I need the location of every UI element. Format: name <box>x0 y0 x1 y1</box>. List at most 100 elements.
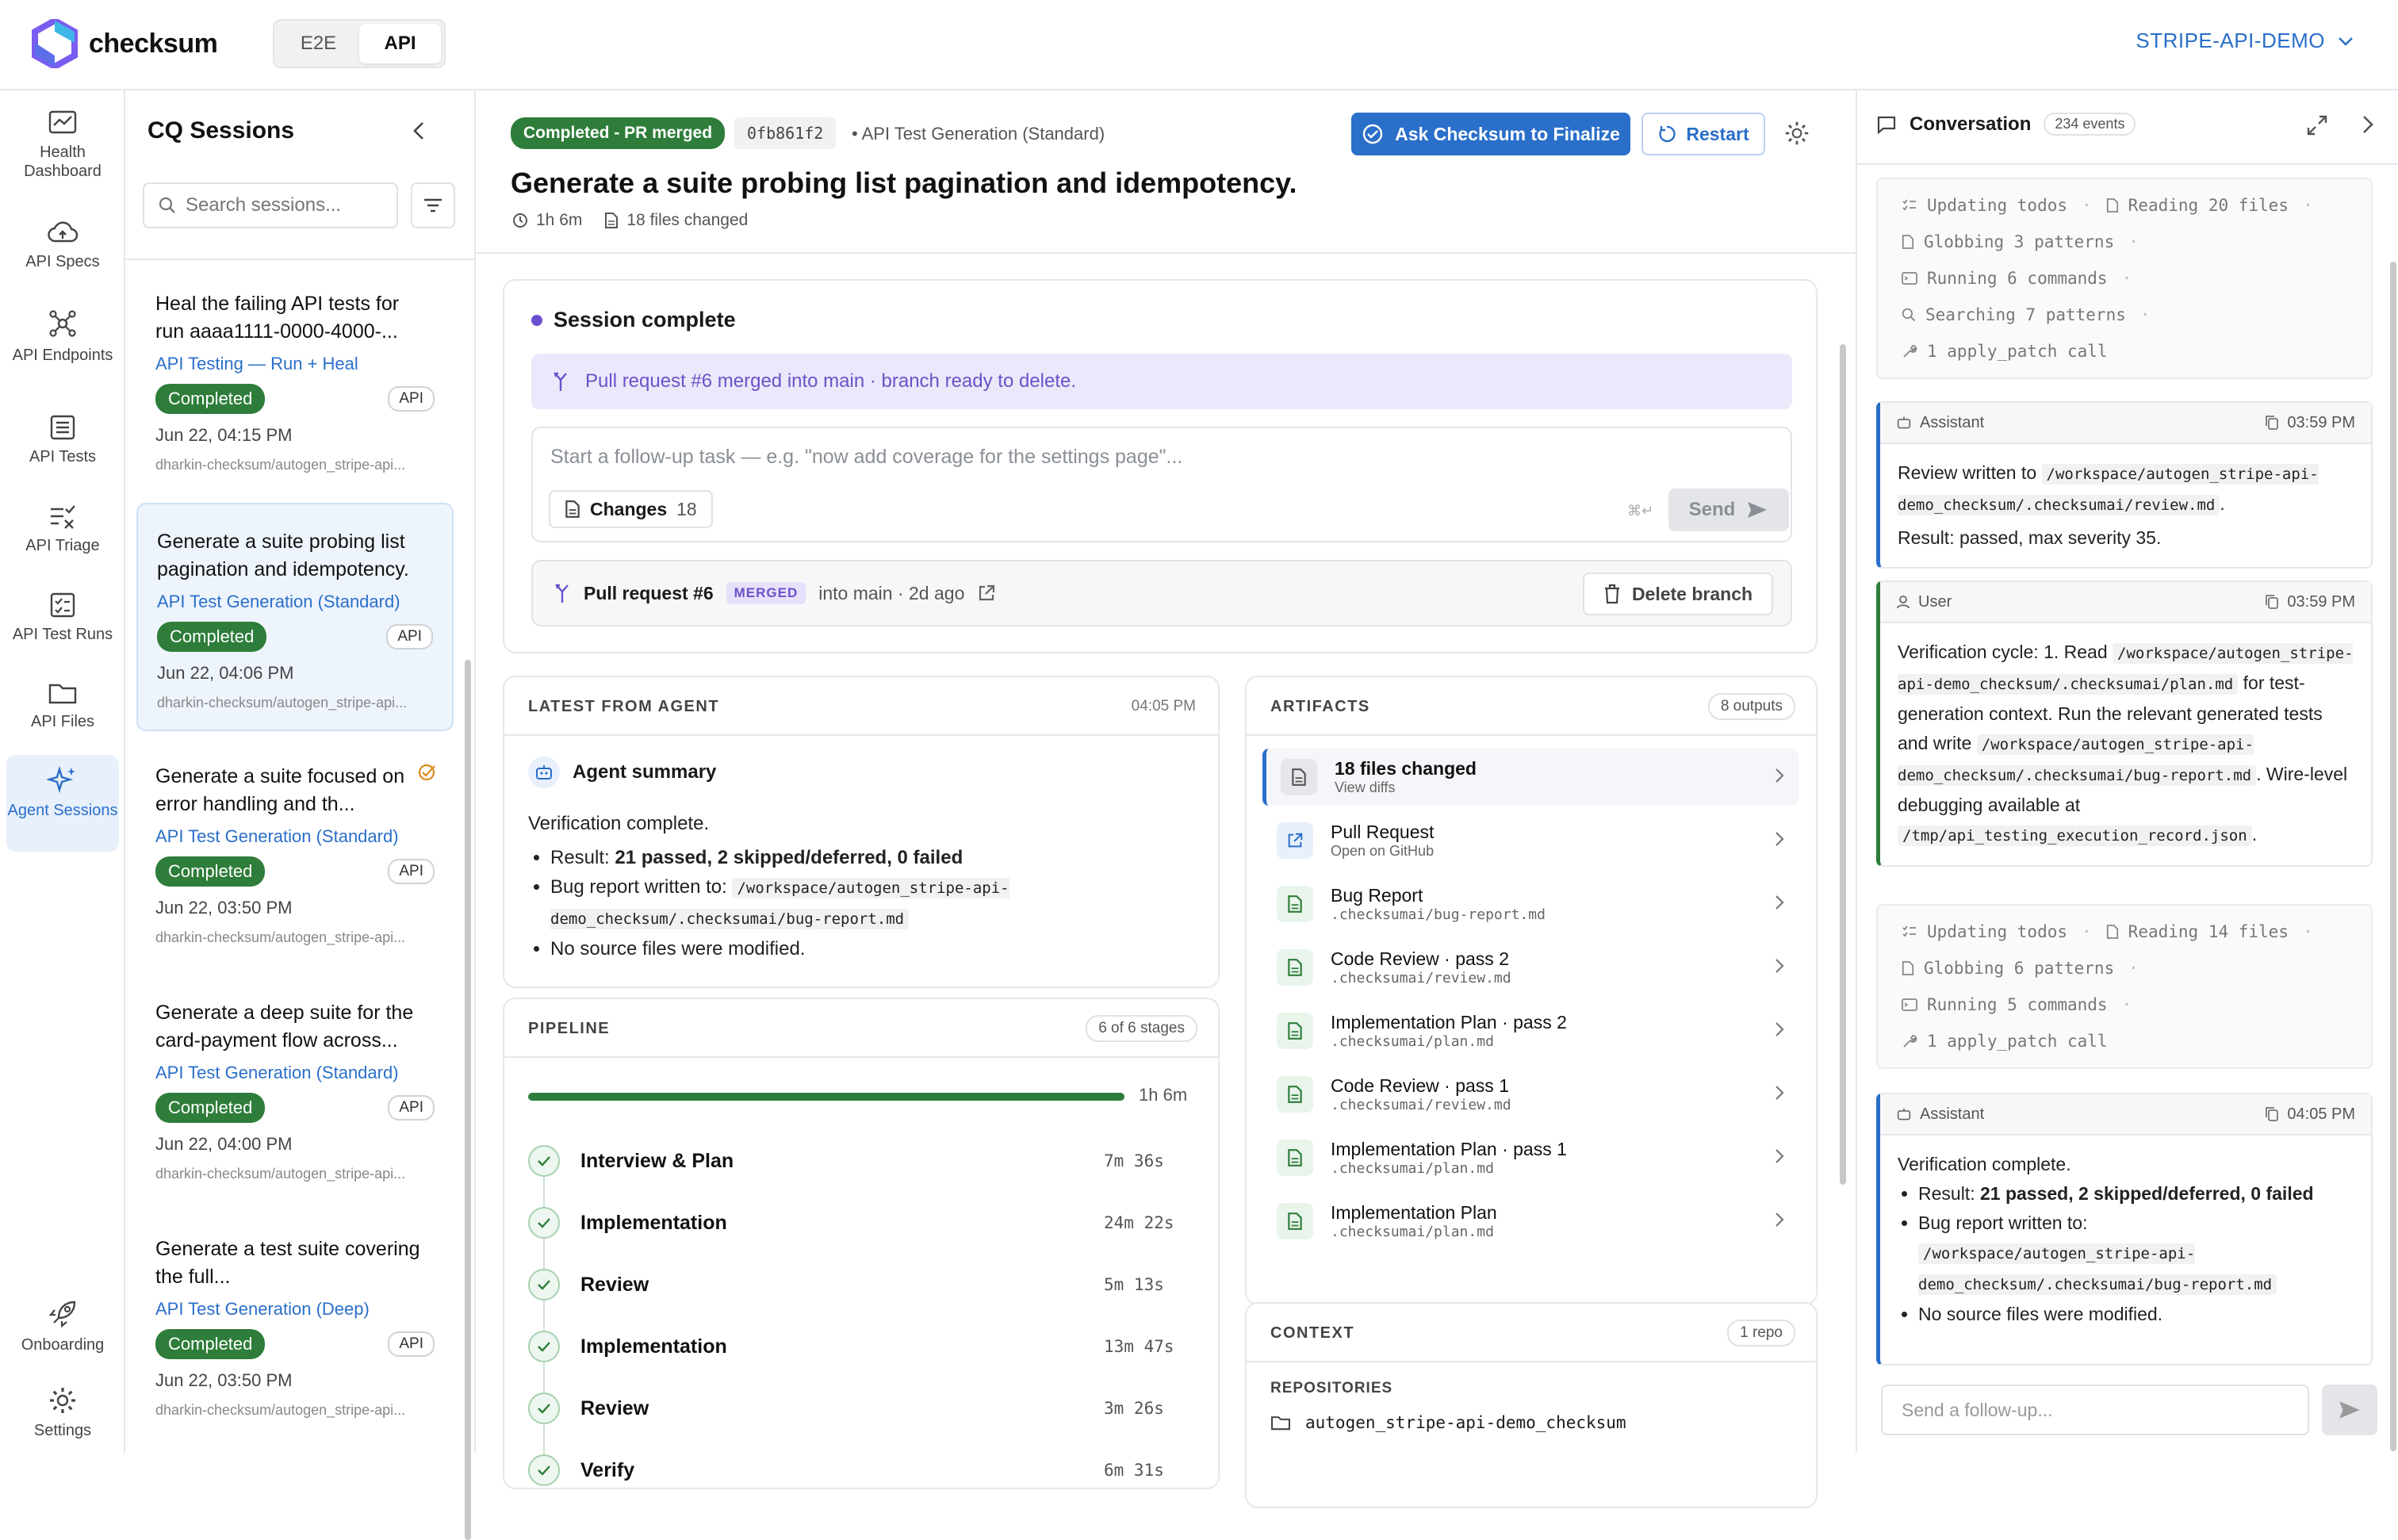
delete-branch-button[interactable]: Delete branch <box>1583 573 1773 615</box>
session-card[interactable]: Generate a suite focused on error handli… <box>136 739 454 967</box>
pipeline-stage[interactable]: Interview & Plan 7m 36s <box>528 1145 1218 1177</box>
session-date: Jun 22, 04:15 PM <box>155 425 293 445</box>
chevron-down-icon <box>2339 36 2353 46</box>
followup-input[interactable]: Send a follow-up... <box>1881 1385 2309 1435</box>
session-title: Heal the failing API tests for run aaaa1… <box>155 293 400 343</box>
send-button[interactable]: Send <box>1668 488 1789 531</box>
collapse-panel-button[interactable] <box>412 121 425 141</box>
nav-api-endpoints[interactable]: API Endpoints <box>6 297 119 365</box>
page-title: Generate a suite probing list pagination… <box>511 167 1297 199</box>
filter-button[interactable] <box>411 182 455 228</box>
session-card[interactable]: Heal the failing API tests for run aaaa1… <box>136 266 454 495</box>
tool-activity-group[interactable]: Updating todos · Reading 20 files · Globbin… <box>1876 178 2373 379</box>
session-card-selected[interactable]: Generate a suite probing list pagination… <box>136 503 454 731</box>
ask-finalize-button[interactable]: Ask Checksum to Finalize <box>1351 113 1630 155</box>
check-icon <box>528 1331 560 1362</box>
pipeline-stage[interactable]: Review 3m 26s <box>528 1393 1218 1424</box>
external-link-icon[interactable] <box>977 584 996 603</box>
nav-settings[interactable]: Settings <box>6 1375 119 1440</box>
brand-name: checksum <box>89 28 218 59</box>
api-tag: API <box>386 624 433 649</box>
nav-api-triage[interactable]: API Triage <box>6 492 119 555</box>
session-card[interactable]: Generate a test suite covering the full.… <box>136 1212 454 1440</box>
artifact-item[interactable]: Implementation Plan · pass 1 .checksumai/… <box>1262 1129 1798 1186</box>
check-icon <box>528 1145 560 1177</box>
message-time: 03:59 PM <box>2265 414 2355 432</box>
message-role: Assistant <box>1896 1105 1984 1124</box>
restart-button[interactable]: Restart <box>1641 113 1765 155</box>
clock-icon <box>513 213 527 228</box>
chevron-right-icon <box>1776 959 1784 973</box>
list-icon <box>50 415 75 440</box>
robot-icon <box>1897 416 1911 429</box>
session-search <box>143 182 398 228</box>
pipeline-panel: PIPELINE 6 of 6 stages 1h 6m Interview &… <box>503 998 1220 1489</box>
conversation-scrollbar[interactable] <box>2390 262 2396 1451</box>
sessions-title: CQ Sessions <box>147 117 295 144</box>
test-run-icon <box>50 592 75 618</box>
nav-onboarding[interactable]: Onboarding <box>6 1288 119 1354</box>
artifact-title: 18 files changed <box>1335 758 1477 779</box>
conversation-send-button[interactable] <box>2322 1385 2377 1435</box>
repo-item[interactable]: autogen_stripe-api-demo_checksum <box>1270 1413 1626 1432</box>
sessions-scrollbar[interactable] <box>465 660 471 1540</box>
artifact-item[interactable]: Code Review · pass 1 .checksumai/review.m… <box>1262 1066 1798 1123</box>
chevron-right-icon <box>1776 832 1784 846</box>
session-meta: 1h 6m 18 files changed <box>512 211 748 230</box>
pipeline-stage[interactable]: Review 5m 13s <box>528 1269 1218 1301</box>
nav-agent-sessions[interactable]: Agent Sessions <box>6 755 119 852</box>
artifact-item[interactable]: Bug Report .checksumai/bug-report.md <box>1262 875 1798 933</box>
changes-button[interactable]: Changes 18 <box>549 490 713 528</box>
followup-task-input[interactable]: Start a follow-up task — e.g. "now add c… <box>531 427 1792 542</box>
commit-hash[interactable]: 0fb861f2 <box>734 117 837 149</box>
session-settings-button[interactable] <box>1784 121 1810 146</box>
artifact-item[interactable]: 18 files changed View diffs <box>1262 749 1798 806</box>
followup-placeholder: Start a follow-up task — e.g. "now add c… <box>550 446 1183 468</box>
file-icon <box>565 500 580 518</box>
rocket-icon <box>48 1301 76 1328</box>
tool-activity-group[interactable]: Updating todos · Reading 14 files · Globbin… <box>1876 904 2373 1069</box>
pipeline-stage[interactable]: Implementation 24m 22s <box>528 1207 1218 1239</box>
event-count: 234 events <box>2044 113 2136 136</box>
tab-api[interactable]: API <box>359 24 441 63</box>
session-title: Generate a test suite covering the full.… <box>155 1238 420 1288</box>
session-date: Jun 22, 03:50 PM <box>155 898 293 917</box>
project-selector[interactable]: STRIPE-API-DEMO <box>2136 29 2354 53</box>
divider <box>125 259 474 260</box>
check-icon <box>528 1207 560 1239</box>
message-time: 03:59 PM <box>2265 593 2355 611</box>
artifact-item[interactable]: Code Review · pass 2 .checksumai/review.m… <box>1262 939 1798 996</box>
pipeline-total-time: 1h 6m <box>1139 1085 1188 1105</box>
nav-health-dashboard[interactable]: Health Dashboard <box>6 98 119 181</box>
pipeline-stage[interactable]: Verify 6m 31s <box>528 1454 1218 1486</box>
search-input[interactable] <box>186 194 376 216</box>
main-scrollbar[interactable] <box>1840 344 1846 1185</box>
conversation-panel: Conversation 234 events Updating todos · R… <box>1856 90 2398 1453</box>
brand-logo[interactable]: checksum <box>32 19 218 68</box>
artifact-item[interactable]: Pull Request Open on GitHub <box>1262 812 1798 869</box>
pipeline-stage[interactable]: Implementation 13m 47s <box>528 1331 1218 1362</box>
nav-api-test-runs[interactable]: API Test Runs <box>6 580 119 644</box>
artifact-item[interactable]: Implementation Plan · pass 2 .checksumai/… <box>1262 1002 1798 1059</box>
file-icon <box>1277 1013 1313 1049</box>
session-card[interactable]: Generate a deep suite for the card-payme… <box>136 975 454 1204</box>
project-name: STRIPE-API-DEMO <box>2136 29 2325 52</box>
file-icon <box>605 213 619 228</box>
tab-e2e[interactable]: E2E <box>278 24 359 63</box>
artifact-item[interactable]: Implementation Plan .checksumai/plan.md <box>1262 1193 1798 1250</box>
artifact-title: Code Review · pass 1 <box>1331 1075 1509 1096</box>
glob-icon <box>1902 235 1914 249</box>
nav-api-tests[interactable]: API Tests <box>6 403 119 466</box>
stage-time: 6m 31s <box>1104 1461 1164 1480</box>
session-branch: dharkin-checksum/autogen_stripe-api... <box>155 1402 406 1418</box>
message-body: Verification cycle: 1. Read /workspace/a… <box>1898 642 2354 846</box>
copy-icon <box>2266 416 2279 430</box>
assistant-message: Assistant 04:05 PM Verification complete.… <box>1876 1093 2373 1366</box>
nav-api-files[interactable]: API Files <box>6 669 119 731</box>
chevron-right-icon[interactable] <box>2362 114 2374 135</box>
expand-icon[interactable] <box>2306 114 2328 136</box>
nav-api-specs[interactable]: API Specs <box>6 209 119 271</box>
shortcut-hint: ⌘↵ <box>1627 503 1654 519</box>
artifact-subtitle: Open on GitHub <box>1331 843 1435 859</box>
check-circle-icon <box>1362 124 1383 144</box>
